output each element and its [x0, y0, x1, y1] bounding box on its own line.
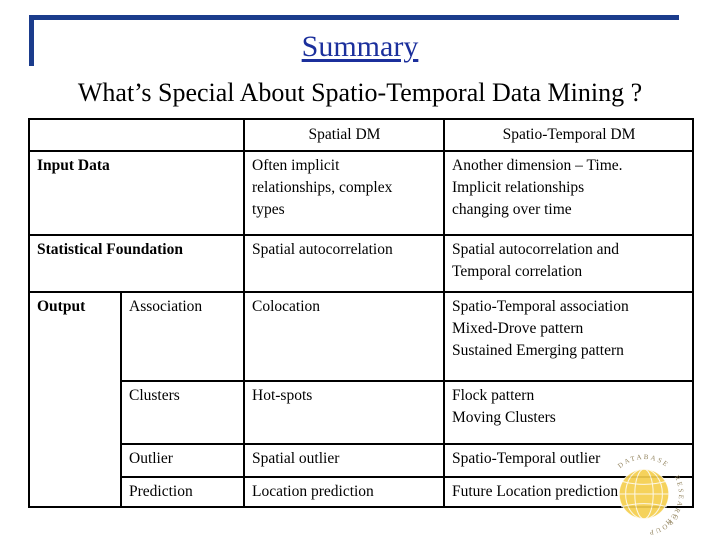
cell-outlier-spatial: Spatial outlier — [243, 443, 445, 478]
table-row: Outlier Spatial outlier Spatio-Temporal … — [29, 443, 694, 478]
cell-input-data-spatio-temporal: Another dimension – Time. Implicit relati… — [443, 150, 694, 236]
cell-text-line: changing over time — [452, 201, 572, 218]
watermark-text-bottom: GROUP — [647, 513, 679, 536]
subrow-label-association: Association — [120, 291, 245, 382]
row-label-input-data: Input Data — [28, 150, 245, 236]
cell-text-line: Often implicit — [252, 157, 340, 174]
row-label-output: Output — [28, 291, 122, 508]
cell-text-line: Moving Clusters — [452, 409, 556, 426]
cell-text-line: Spatial outlier — [252, 450, 340, 467]
cell-clusters-spatio-temporal: Flock pattern Moving Clusters — [443, 380, 694, 445]
header-cell-spatial-dm: Spatial DM — [243, 118, 445, 152]
cell-text-line: Implicit relationships — [452, 179, 585, 196]
header-cell-spatio-temporal-dm: Spatio-Temporal DM — [443, 118, 694, 152]
subrow-label-clusters: Clusters — [120, 380, 245, 445]
title-block: Summary — [0, 30, 720, 64]
cell-text-line: Sustained Emerging pattern — [452, 342, 624, 359]
cell-text-line: Spatio-Temporal outlier — [452, 450, 601, 467]
cell-association-spatio-temporal: Spatio-Temporal association Mixed-Drove p… — [443, 291, 694, 382]
cell-text-line: Temporal correlation — [452, 263, 583, 280]
cell-association-spatial: Colocation — [243, 291, 445, 382]
table-row: Statistical Foundation Spatial autocorre… — [28, 234, 694, 293]
table-row: Prediction Location prediction Future Lo… — [29, 476, 694, 508]
cell-text-line: Colocation — [252, 298, 321, 315]
cell-statistical-foundation-spatial: Spatial autocorrelation — [243, 234, 445, 293]
cell-text-line: Future Location prediction — [452, 483, 619, 500]
cell-text-line: types — [252, 201, 285, 218]
cell-prediction-spatial: Location prediction — [243, 476, 445, 508]
subrow-label-prediction: Prediction — [120, 476, 245, 508]
cell-outlier-spatio-temporal: Spatio-Temporal outlier — [443, 443, 694, 478]
cell-text-line: Spatial autocorrelation — [252, 241, 393, 258]
header-cell-empty — [28, 118, 245, 152]
cell-text-line: Spatio-Temporal association — [452, 298, 629, 315]
table-row: Output Association Colocation Spatio-Tem… — [28, 291, 694, 508]
cell-text-line: Flock pattern — [452, 387, 535, 404]
page-title: Summary — [301, 30, 419, 63]
page-subtitle: What’s Special About Spatio-Temporal Dat… — [77, 78, 643, 107]
cell-input-data-spatial: Often implicit relationships, complex type… — [243, 150, 445, 236]
table-header-row: Spatial DM Spatio-Temporal DM — [28, 118, 694, 152]
subrow-label-outlier: Outlier — [120, 443, 245, 478]
table-row: Input Data Often implicit relationships, … — [28, 150, 694, 236]
cell-prediction-spatio-temporal: Future Location prediction — [443, 476, 694, 508]
cell-clusters-spatial: Hot-spots — [243, 380, 445, 445]
cell-text-line: Mixed-Drove pattern — [452, 320, 584, 337]
cell-text-line: Hot-spots — [252, 387, 313, 404]
cell-text-line: Spatial autocorrelation and — [452, 241, 619, 258]
cell-text-line: relationships, complex — [252, 179, 393, 196]
table-row: Clusters Hot-spots Flock pattern Moving C… — [29, 380, 694, 445]
cell-text-line: Another dimension – Time. — [452, 157, 623, 174]
summary-comparison-table: Spatial DM Spatio-Temporal DM Input Data… — [28, 118, 694, 508]
cell-statistical-foundation-spatio-temporal: Spatial autocorrelation and Temporal corr… — [443, 234, 694, 293]
row-label-statistical-foundation: Statistical Foundation — [28, 234, 245, 293]
accent-rule-top — [29, 15, 679, 20]
cell-text-line: Location prediction — [252, 483, 374, 500]
